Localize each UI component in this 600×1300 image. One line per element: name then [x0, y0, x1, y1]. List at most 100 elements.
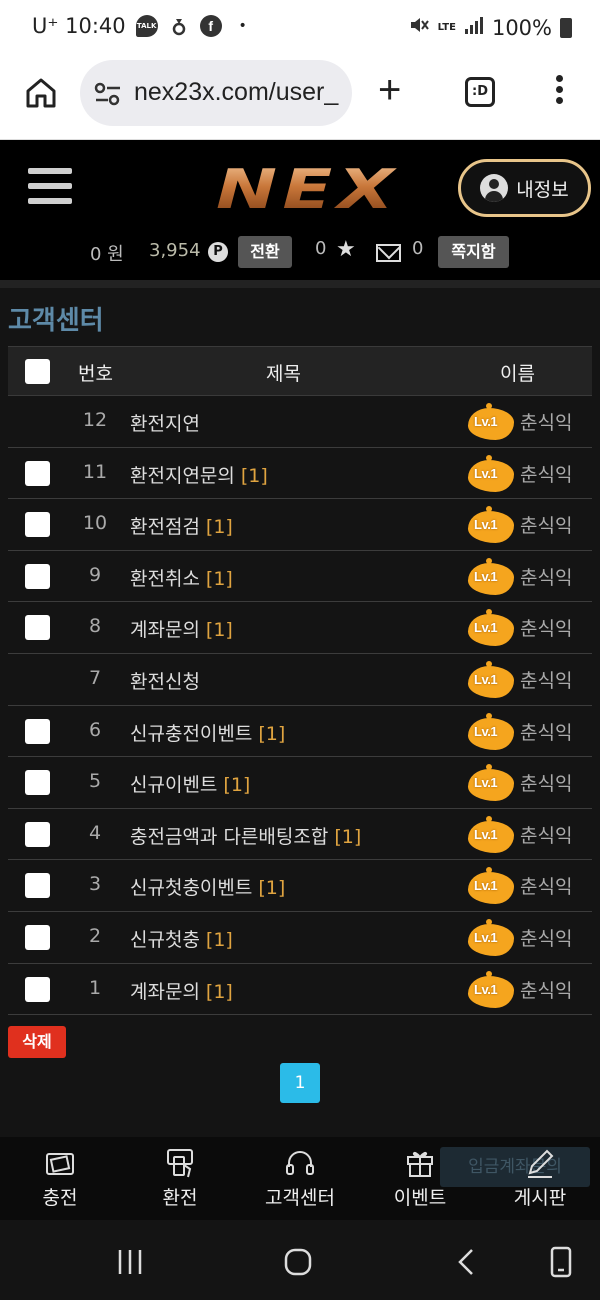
- delete-button[interactable]: 삭제: [8, 1026, 66, 1058]
- table-row[interactable]: 4 충전금액과 다른배팅조합 [1] Lv.1 춘식익: [8, 809, 592, 861]
- browser-menu-icon[interactable]: [552, 75, 566, 109]
- row-checkbox[interactable]: [25, 512, 50, 538]
- row-checkbox[interactable]: [25, 718, 50, 744]
- inbox-button[interactable]: 쪽지함: [438, 236, 509, 268]
- pencil-icon: [528, 1149, 554, 1178]
- table-row[interactable]: 1 계좌문의 [1] Lv.1 춘식익: [8, 964, 592, 1016]
- row-title[interactable]: 환전신청: [130, 667, 200, 694]
- status-time: U⁺ 10:40: [32, 14, 126, 38]
- row-title[interactable]: 환전취소 [1]: [130, 564, 233, 591]
- row-title-text[interactable]: 신규첫충이벤트: [130, 877, 252, 899]
- nav-item-support[interactable]: 고객센터: [240, 1147, 360, 1210]
- address-bar[interactable]: nex23x.com/user_: [80, 60, 352, 126]
- table-row[interactable]: 11 환전지연문의 [1] Lv.1 춘식익: [8, 448, 592, 500]
- table-row[interactable]: 10 환전점검 [1] Lv.1 춘식익: [8, 499, 592, 551]
- row-title-text[interactable]: 충전금액과 다른배팅조합: [130, 826, 328, 848]
- wallet-icon: [46, 1153, 74, 1175]
- nav-item-exchange[interactable]: 환전: [120, 1147, 240, 1210]
- site-settings-icon[interactable]: [94, 82, 122, 106]
- row-title[interactable]: 환전지연: [130, 409, 200, 436]
- level-badge-text: Lv.1: [474, 568, 498, 584]
- site-logo[interactable]: NEX: [216, 158, 399, 221]
- facebook-icon: f: [199, 15, 222, 37]
- row-checkbox[interactable]: [25, 976, 50, 1002]
- table-row[interactable]: 7 환전신청 Lv.1 춘식익: [8, 654, 592, 706]
- row-title[interactable]: 환전점검 [1]: [130, 512, 233, 539]
- row-author: 춘식익: [520, 927, 573, 950]
- exchange-icon: [167, 1149, 193, 1178]
- row-checkbox[interactable]: [25, 873, 50, 899]
- level-badge-text: Lv.1: [474, 517, 498, 533]
- new-tab-button[interactable]: +: [378, 70, 401, 110]
- table-row[interactable]: 8 계좌문의 [1] Lv.1 춘식익: [8, 602, 592, 654]
- pagination-page-1[interactable]: 1: [280, 1063, 320, 1103]
- url-text[interactable]: nex23x.com/user_: [134, 78, 338, 107]
- nav-item-event[interactable]: 이벤트: [360, 1147, 480, 1210]
- row-checkbox[interactable]: [25, 821, 50, 847]
- level-badge-text: Lv.1: [474, 981, 498, 997]
- row-number: 8: [88, 615, 102, 638]
- level-badge-icon: Lv.1: [468, 609, 514, 647]
- row-checkbox[interactable]: [25, 460, 50, 486]
- row-title[interactable]: 신규첫충 [1]: [130, 925, 233, 952]
- recent-apps-icon[interactable]: [116, 1248, 144, 1276]
- select-all-checkbox[interactable]: [25, 359, 50, 384]
- row-title[interactable]: 계좌문의 [1]: [130, 977, 233, 1004]
- row-author: 춘식익: [520, 721, 573, 744]
- row-title[interactable]: 환전지연문의 [1]: [130, 461, 268, 488]
- row-author: 춘식익: [520, 412, 573, 434]
- nav-item-board[interactable]: 게시판: [480, 1147, 600, 1210]
- row-title[interactable]: 신규첫충이벤트 [1]: [130, 873, 285, 900]
- row-title[interactable]: 신규충전이벤트 [1]: [130, 719, 285, 746]
- row-checkbox[interactable]: [25, 924, 50, 950]
- table-row[interactable]: 12 환전지연 Lv.1 춘식익: [8, 396, 592, 448]
- table-row[interactable]: 9 환전취소 [1] Lv.1 춘식익: [8, 551, 592, 603]
- star-icon: ★: [336, 237, 356, 262]
- star-count: 0: [315, 238, 327, 259]
- row-title-text[interactable]: 환전지연: [130, 413, 200, 435]
- row-number: 2: [88, 924, 102, 947]
- profile-label: 내정보: [516, 178, 569, 201]
- talk-icon: TALK: [135, 15, 158, 37]
- row-checkbox[interactable]: [25, 563, 50, 589]
- home-button-icon[interactable]: [284, 1248, 312, 1276]
- keyboard-toggle-icon[interactable]: [550, 1246, 572, 1278]
- table-row[interactable]: 6 신규충전이벤트 [1] Lv.1 춘식익: [8, 706, 592, 758]
- row-title-text[interactable]: 신규충전이벤트: [130, 723, 252, 745]
- row-title-text[interactable]: 계좌문의: [130, 981, 200, 1003]
- row-title-text[interactable]: 신규첫충: [130, 929, 200, 951]
- row-title-text[interactable]: 환전취소: [130, 568, 200, 590]
- table-row[interactable]: 5 신규이벤트 [1] Lv.1 춘식익: [8, 757, 592, 809]
- row-title-text[interactable]: 신규이벤트: [130, 774, 217, 796]
- column-num: 번호: [78, 363, 113, 385]
- table-row[interactable]: 3 신규첫충이벤트 [1] Lv.1 춘식익: [8, 860, 592, 912]
- level-badge-icon: Lv.1: [468, 712, 514, 750]
- wallet-bar: 0 원 3,954 P 전환 0 ★ 0 쪽지함: [0, 236, 600, 272]
- row-author: 춘식익: [520, 618, 573, 641]
- level-badge-icon: Lv.1: [468, 557, 514, 595]
- back-icon[interactable]: [456, 1248, 476, 1276]
- row-title-text[interactable]: 환전지연문의: [130, 465, 235, 487]
- row-number: 11: [82, 460, 108, 483]
- row-checkbox[interactable]: [25, 615, 50, 641]
- table-header: 번호 제목 이름: [8, 346, 592, 396]
- hamburger-menu-icon[interactable]: [28, 168, 72, 208]
- row-checkbox[interactable]: [25, 770, 50, 796]
- point-icon: P: [208, 242, 228, 262]
- row-title-text[interactable]: 환전신청: [130, 671, 200, 693]
- row-title[interactable]: 계좌문의 [1]: [130, 615, 233, 642]
- row-title[interactable]: 충전금액과 다른배팅조합 [1]: [130, 822, 361, 849]
- profile-button[interactable]: 내정보: [458, 159, 591, 217]
- row-title[interactable]: 신규이벤트 [1]: [130, 770, 250, 797]
- tabs-button[interactable]: :D: [465, 77, 495, 107]
- convert-button[interactable]: 전환: [238, 236, 292, 268]
- home-icon[interactable]: [24, 76, 58, 110]
- table-row[interactable]: 2 신규첫충 [1] Lv.1 춘식익: [8, 912, 592, 964]
- row-title-text[interactable]: 환전점검: [130, 516, 200, 538]
- row-title-text[interactable]: 계좌문의: [130, 619, 200, 641]
- level-badge-icon: Lv.1: [468, 454, 514, 492]
- nav-item-charge[interactable]: 충전: [0, 1147, 120, 1210]
- nav-label: 이벤트: [393, 1187, 447, 1209]
- level-badge-icon: Lv.1: [468, 403, 514, 440]
- row-number: 7: [88, 666, 102, 689]
